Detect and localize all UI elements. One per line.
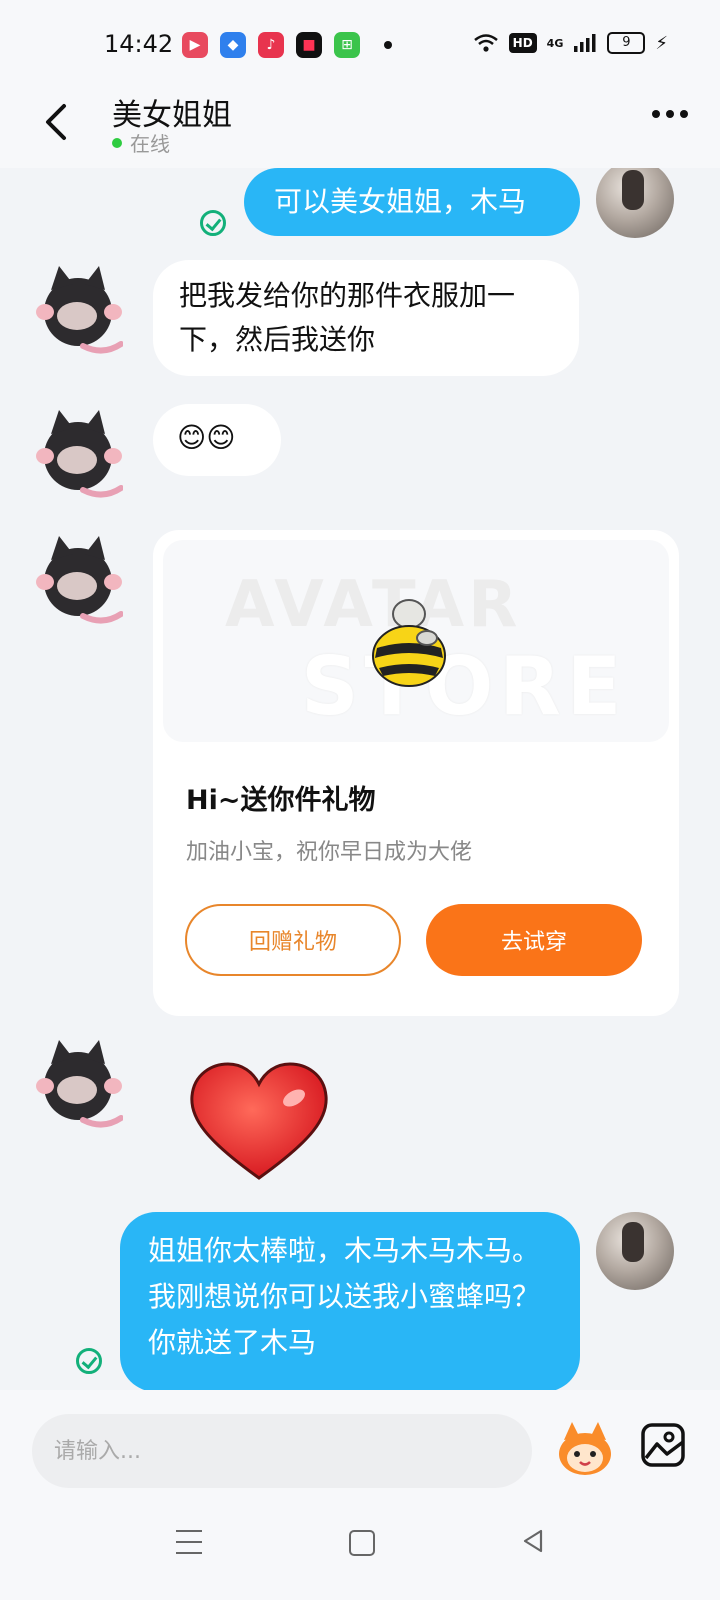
emoji-message-bubble[interactable]: 😊😊 [153,404,281,476]
video-app-icon: ▶ [182,32,208,58]
chat-messages[interactable]: 可以美女姐姐，木马 把我发给你的那件衣服加一下，然后我送你 😊😊 AVATAR [0,168,720,1390]
network-type: 4G [546,36,564,50]
home-button[interactable] [349,1530,375,1556]
signal-icon [574,34,596,52]
back-button[interactable] [38,96,78,148]
gift-banner: AVATAR STORE [163,540,669,742]
my-avatar[interactable] [596,1212,674,1290]
charging-icon: ⚡ [655,32,668,54]
contact-avatar[interactable] [33,404,123,504]
gift-card[interactable]: AVATAR STORE Hi~送你件礼物 加油小宝，祝你早日成为大佬 回赠礼物… [153,530,679,1016]
system-indicators: HD 4G 9 ⚡ [473,32,668,54]
gift-subtitle: 加油小宝，祝你早日成为大佬 [186,840,473,865]
status-bar: 14:42 ▶ ◆ ♪ ■ ⊞ HD 4G 9 ⚡ [0,0,720,90]
read-check-icon [200,210,226,236]
online-status: 在线 [112,128,170,157]
browser-app-icon: ◆ [220,32,246,58]
notification-icons: ▶ ◆ ♪ ■ ⊞ [182,32,392,58]
more-notifications-dot [384,41,392,49]
read-check-icon [76,1348,102,1374]
battery-level: 9 [622,35,631,50]
bee-costume-gift-icon [372,599,446,687]
contact-avatar[interactable] [33,530,123,630]
contact-avatar[interactable] [33,260,123,360]
chat-header: 美女姐姐 在线 [0,90,720,168]
music-app-icon: ♪ [258,32,284,58]
system-nav-bar [0,1498,720,1600]
input-bar [0,1390,720,1498]
nav-back-button[interactable] [521,1528,545,1554]
watermark-text: STORE [301,640,628,733]
my-message-bubble[interactable]: 可以美女姐姐，木马 [244,168,580,236]
contact-avatar[interactable] [33,1034,123,1134]
online-status-label: 在线 [130,132,170,156]
heart-sticker[interactable] [186,1060,332,1184]
more-options-button[interactable] [652,110,688,118]
camera-app-icon: ■ [296,32,322,58]
my-avatar[interactable] [596,168,674,238]
return-gift-button[interactable]: 回赠礼物 [185,904,401,976]
gift-title: Hi~送你件礼物 [186,785,376,816]
recent-apps-button[interactable] [176,1530,202,1554]
message-input[interactable] [32,1414,532,1488]
contact-message-bubble[interactable]: 把我发给你的那件衣服加一下，然后我送你 [153,260,579,376]
sticker-mascot-button[interactable] [556,1420,614,1478]
my-message-bubble[interactable]: 姐姐你太棒啦，木马木马木马。我刚想说你可以送我小蜜蜂吗？你就送了木马 [120,1212,580,1390]
battery-icon: 9 [607,32,646,54]
try-on-button[interactable]: 去试穿 [426,904,642,976]
hd-badge: HD [508,33,537,53]
more-dot-icon [652,110,660,118]
status-time: 14:42 [104,30,174,58]
online-dot-icon [112,137,122,148]
more-dot-icon [666,110,674,118]
more-dot-icon [680,110,688,118]
image-picker-button[interactable] [640,1422,686,1468]
calculator-app-icon: ⊞ [334,32,360,58]
wifi-icon [473,34,498,52]
